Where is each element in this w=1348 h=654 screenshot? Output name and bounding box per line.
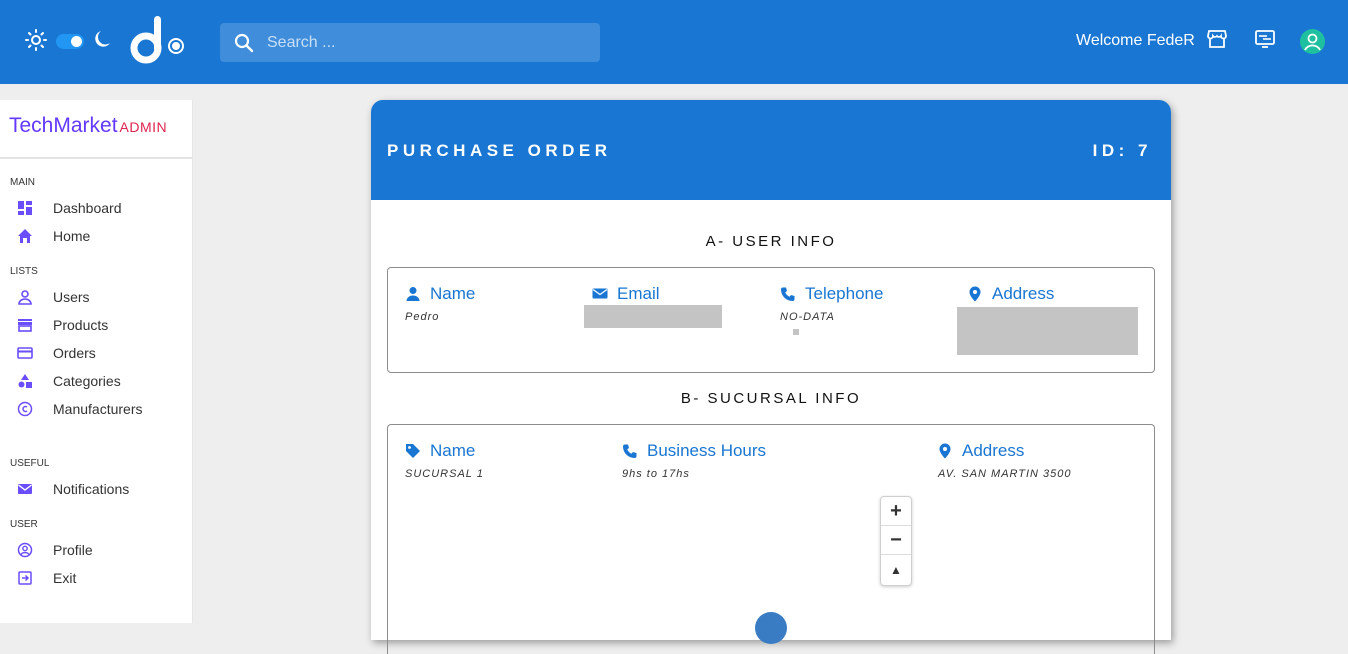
sidebar-item-label: Home bbox=[53, 228, 91, 244]
sidebar-item-products[interactable]: Products bbox=[16, 314, 108, 336]
store-icon[interactable] bbox=[1206, 28, 1228, 50]
sucursal-info-heading: B- SUCURSAL INFO bbox=[680, 390, 862, 407]
sidebar-item-label: Exit bbox=[53, 570, 77, 586]
user-avatar[interactable] bbox=[1300, 29, 1325, 54]
sidebar-item-dashboard[interactable]: Dashboard bbox=[16, 197, 122, 219]
redacted-address bbox=[957, 307, 1138, 355]
field-label-text: Name bbox=[430, 441, 476, 460]
monitor-icon[interactable] bbox=[1254, 28, 1276, 50]
sidebar: TechMarket ADMIN MAIN Dashboard Home LIST… bbox=[0, 100, 193, 623]
phone-icon bbox=[622, 443, 638, 459]
location-pin-icon bbox=[937, 443, 953, 459]
sidebar-item-label: Orders bbox=[53, 345, 96, 361]
zoom-in-button[interactable]: + bbox=[881, 497, 911, 526]
sidebar-item-exit[interactable]: Exit bbox=[16, 567, 76, 589]
sucursal-name-label: Name bbox=[405, 441, 475, 461]
sidebar-item-manufacturers[interactable]: Manufacturers bbox=[16, 398, 142, 420]
search-bar[interactable] bbox=[220, 23, 600, 62]
theme-toggle[interactable] bbox=[56, 34, 84, 49]
tag-icon bbox=[405, 443, 421, 459]
sidebar-item-label: Manufacturers bbox=[53, 401, 143, 417]
field-label-text: Name bbox=[430, 284, 476, 303]
brand-name: TechMarket bbox=[9, 114, 118, 137]
sucursal-name-value: SUCURSAL 1 bbox=[405, 468, 484, 480]
sidebar-item-orders[interactable]: Orders bbox=[16, 342, 96, 364]
compass-button[interactable]: ▲ bbox=[881, 555, 911, 584]
section-main: MAIN bbox=[10, 177, 35, 188]
sidebar-item-label: Users bbox=[53, 289, 90, 305]
user-info-heading: A- USER INFO bbox=[705, 233, 837, 250]
exit-icon bbox=[16, 569, 34, 587]
user-name-value: Pedro bbox=[405, 311, 440, 323]
user-info-box: Name Pedro Email Telephone NO-DATA Addre… bbox=[387, 267, 1155, 373]
person-icon bbox=[405, 286, 421, 302]
sidebar-item-label: Dashboard bbox=[53, 200, 122, 216]
section-lists: LISTS bbox=[10, 266, 38, 277]
field-label-text: Email bbox=[617, 284, 660, 303]
moon-icon[interactable] bbox=[94, 29, 114, 49]
redacted-email bbox=[584, 305, 722, 328]
toggle-knob bbox=[71, 36, 82, 47]
sucursal-hours-value: 9hs to 17hs bbox=[622, 468, 690, 480]
sidebar-item-profile[interactable]: Profile bbox=[16, 539, 93, 561]
user-telephone-label: Telephone bbox=[780, 284, 883, 304]
mail-icon bbox=[16, 480, 34, 498]
sidebar-item-label: Products bbox=[53, 317, 109, 333]
page-title: PURCHASE ORDER bbox=[387, 141, 612, 160]
redacted-mark bbox=[793, 329, 799, 335]
field-label-text: Business Hours bbox=[647, 441, 767, 460]
sidebar-item-label: Notifications bbox=[53, 481, 130, 497]
sucursal-hours-label: Business Hours bbox=[622, 441, 766, 461]
sucursal-address-label: Address bbox=[937, 441, 1024, 461]
phone-icon bbox=[780, 286, 796, 302]
person-icon bbox=[16, 288, 34, 306]
map-controls: + − ▲ bbox=[880, 496, 912, 586]
user-icon bbox=[1304, 33, 1321, 51]
sun-icon[interactable] bbox=[25, 29, 47, 51]
section-user: USER bbox=[10, 519, 38, 530]
zoom-out-button[interactable]: − bbox=[881, 526, 911, 555]
location-pin-icon bbox=[967, 286, 983, 302]
field-label-text: Telephone bbox=[805, 284, 884, 303]
sidebar-item-notifications[interactable]: Notifications bbox=[16, 478, 129, 500]
card-header: PURCHASE ORDER ID: 7 bbox=[371, 100, 1171, 200]
copyright-icon bbox=[16, 400, 34, 418]
home-icon bbox=[16, 227, 34, 245]
purchase-order-card: PURCHASE ORDER ID: 7 A- USER INFO Name P… bbox=[371, 100, 1171, 654]
top-bar: Welcome FedeR bbox=[0, 0, 1348, 84]
search-icon bbox=[234, 33, 254, 53]
credit-card-icon bbox=[16, 344, 34, 362]
account-circle-icon bbox=[16, 541, 34, 559]
map-marker-icon[interactable] bbox=[755, 612, 787, 644]
dashboard-icon bbox=[16, 199, 34, 217]
sidebar-brand[interactable]: TechMarket ADMIN bbox=[0, 100, 192, 159]
user-name-label: Name bbox=[405, 284, 475, 304]
user-email-label: Email bbox=[592, 284, 660, 304]
logo[interactable] bbox=[128, 16, 186, 66]
field-label-text: Address bbox=[992, 284, 1055, 303]
category-icon bbox=[16, 372, 34, 390]
user-address-label: Address bbox=[967, 284, 1054, 304]
mail-icon bbox=[592, 286, 608, 302]
sidebar-item-label: Profile bbox=[53, 542, 93, 558]
search-input[interactable] bbox=[267, 23, 587, 62]
welcome-text: Welcome FedeR bbox=[1076, 32, 1195, 49]
brand-sub: ADMIN bbox=[119, 119, 168, 135]
user-telephone-value: NO-DATA bbox=[780, 311, 835, 323]
sidebar-item-categories[interactable]: Categories bbox=[16, 370, 121, 392]
sidebar-item-label: Categories bbox=[53, 373, 121, 389]
store-icon bbox=[16, 316, 34, 334]
order-id: ID: 7 bbox=[1092, 141, 1152, 160]
sidebar-item-home[interactable]: Home bbox=[16, 225, 90, 247]
sidebar-item-users[interactable]: Users bbox=[16, 286, 90, 308]
sucursal-address-value: AV. SAN MARTIN 3500 bbox=[938, 468, 1072, 480]
field-label-text: Address bbox=[962, 441, 1025, 460]
section-useful: USEFUL bbox=[10, 458, 50, 469]
